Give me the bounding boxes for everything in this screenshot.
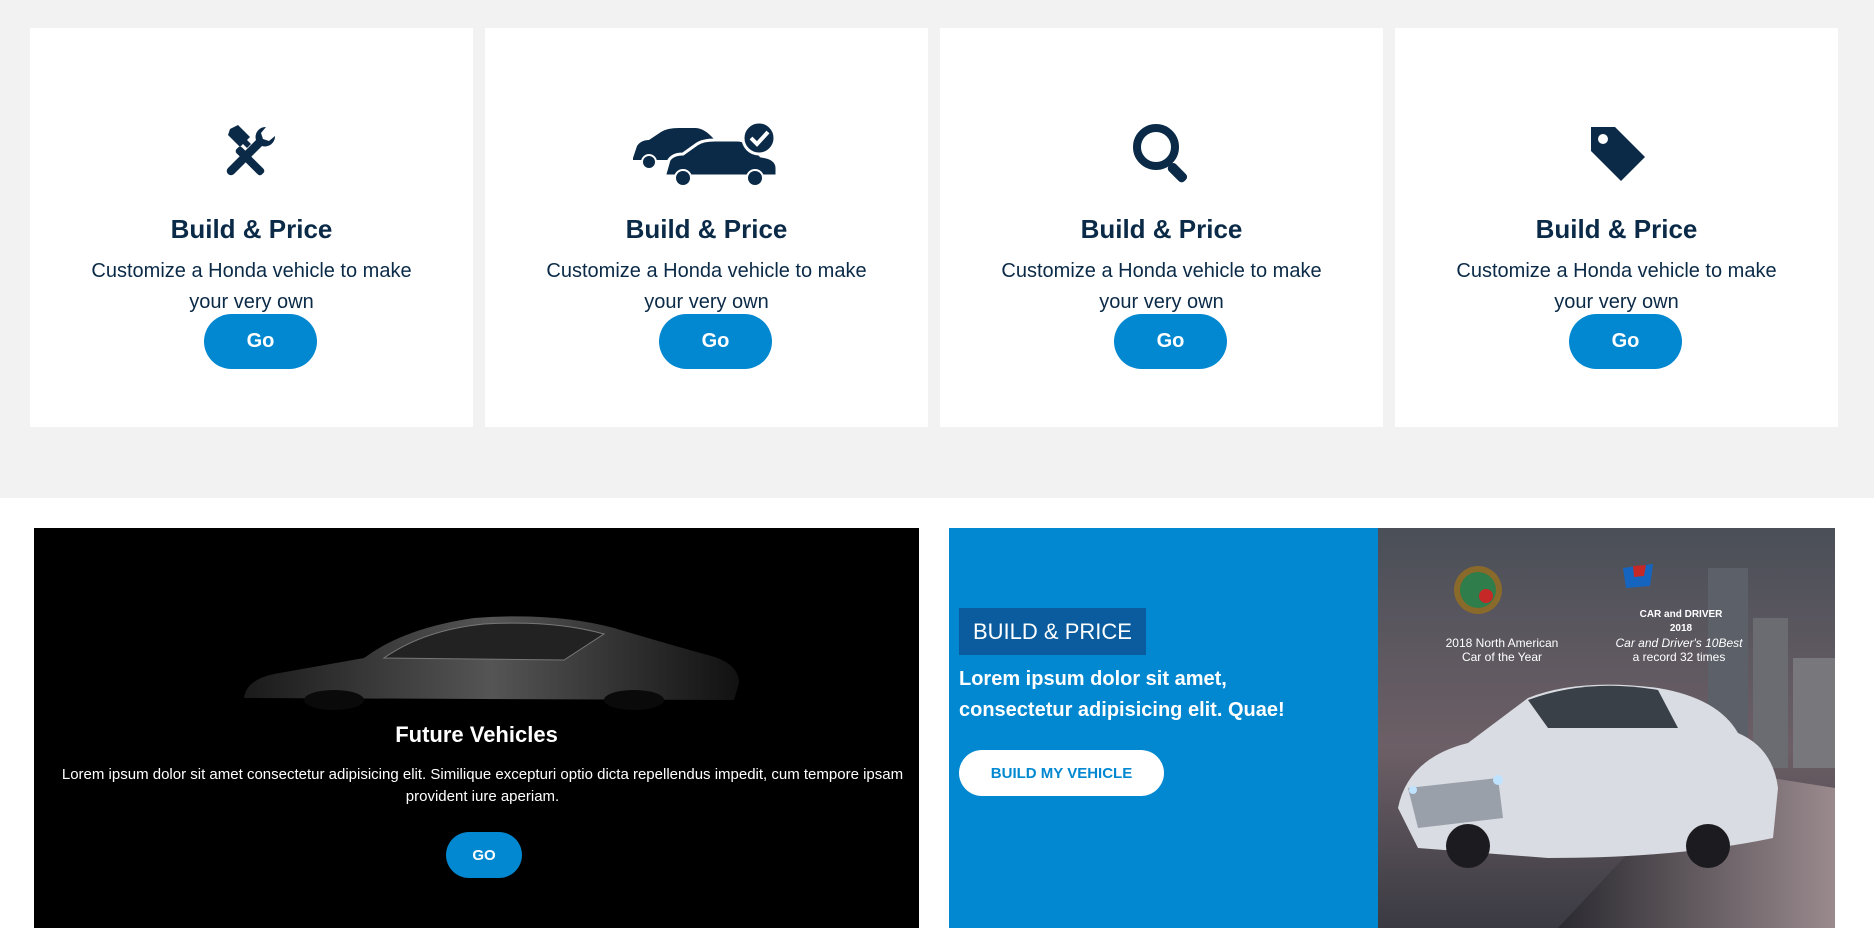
card-description: Customize a Honda vehicle to make your v…: [1456, 260, 1777, 313]
build-price-badge: BUILD & PRICE: [959, 608, 1146, 655]
card-4: Build & Price Customize a Honda vehicle …: [1395, 28, 1838, 427]
cars-check-icon: [485, 118, 928, 188]
award-line: Car of the Year: [1461, 650, 1543, 664]
logo-text: CAR and DRIVER: [1639, 609, 1723, 620]
award-10best: Car and Driver's 10Best a record 32 time…: [1579, 636, 1779, 664]
go-button[interactable]: Go: [204, 314, 317, 369]
award-year: 2018: [1669, 623, 1693, 634]
card-title: Build & Price: [625, 214, 788, 244]
future-vehicles-panel: Future Vehicles Lorem ipsum dolor sit am…: [34, 528, 919, 928]
build-my-vehicle-button[interactable]: BUILD MY VEHICLE: [959, 750, 1164, 796]
card-description: Customize a Honda vehicle to make your v…: [546, 260, 867, 313]
card-1: Build & Price Customize a Honda vehicle …: [30, 28, 473, 427]
award-north-american: 2018 North American Car of the Year: [1402, 636, 1602, 664]
promo-text: Lorem ipsum dolor sit amet, consectetur …: [959, 668, 1285, 721]
go-button[interactable]: Go: [659, 314, 772, 369]
car-silhouette-image: [244, 616, 739, 710]
card-title: Build & Price: [170, 214, 333, 244]
award-line: Car and Driver's 10Best: [1615, 636, 1743, 650]
award-line: a record 32 times: [1632, 650, 1726, 664]
card-title: Build & Price: [1535, 214, 1698, 244]
go-button[interactable]: GO: [446, 832, 522, 878]
go-button[interactable]: Go: [1114, 314, 1227, 369]
card-2: Build & Price Customize a Honda vehicle …: [485, 28, 928, 427]
future-description: Lorem ipsum dolor sit amet consectetur a…: [61, 766, 904, 805]
go-button[interactable]: Go: [1569, 314, 1682, 369]
tag-icon: [1395, 118, 1838, 188]
car-and-driver-logo: CAR and DRIVER 2018: [1591, 608, 1771, 636]
card-description: Customize a Honda vehicle to make your v…: [1001, 260, 1322, 313]
card-title: Build & Price: [1080, 214, 1243, 244]
future-title: Future Vehicles: [395, 722, 558, 747]
accord-hero-image: [1378, 528, 1835, 928]
search-icon: [940, 118, 1383, 188]
card-description: Customize a Honda vehicle to make your v…: [91, 260, 412, 313]
tools-icon: [30, 118, 473, 188]
build-price-promo: 2018 North American Car of the Year CAR …: [949, 528, 1835, 928]
award-line: 2018 North American: [1445, 636, 1559, 650]
card-3: Build & Price Customize a Honda vehicle …: [940, 28, 1383, 427]
